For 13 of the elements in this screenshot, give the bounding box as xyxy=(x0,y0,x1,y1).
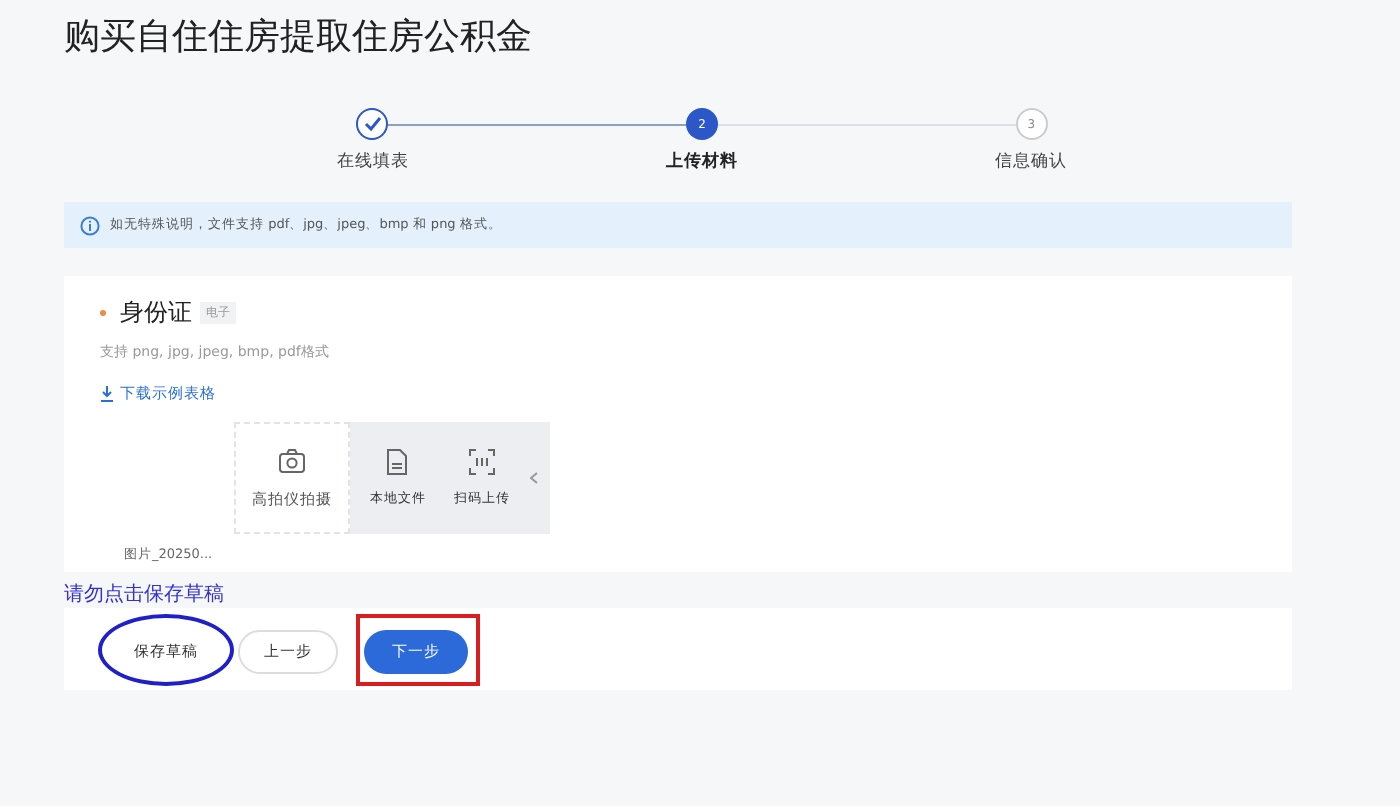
step-label: 在线填表 xyxy=(336,150,409,174)
field-label: 身份证 xyxy=(120,296,192,330)
camera-icon xyxy=(278,447,306,475)
page-title: 购买自住住房提取住房公积金 xyxy=(64,16,534,60)
annotation-text: 请勿点击保存草稿 xyxy=(64,584,226,608)
step-label: 信息确认 xyxy=(995,150,1068,174)
check-icon xyxy=(363,116,382,132)
download-icon xyxy=(100,386,114,402)
collapse-icon xyxy=(530,472,538,484)
info-icon xyxy=(80,215,100,235)
step-label: 上传材料 xyxy=(666,150,738,174)
document-icon xyxy=(384,448,412,476)
scan-icon xyxy=(468,448,496,476)
